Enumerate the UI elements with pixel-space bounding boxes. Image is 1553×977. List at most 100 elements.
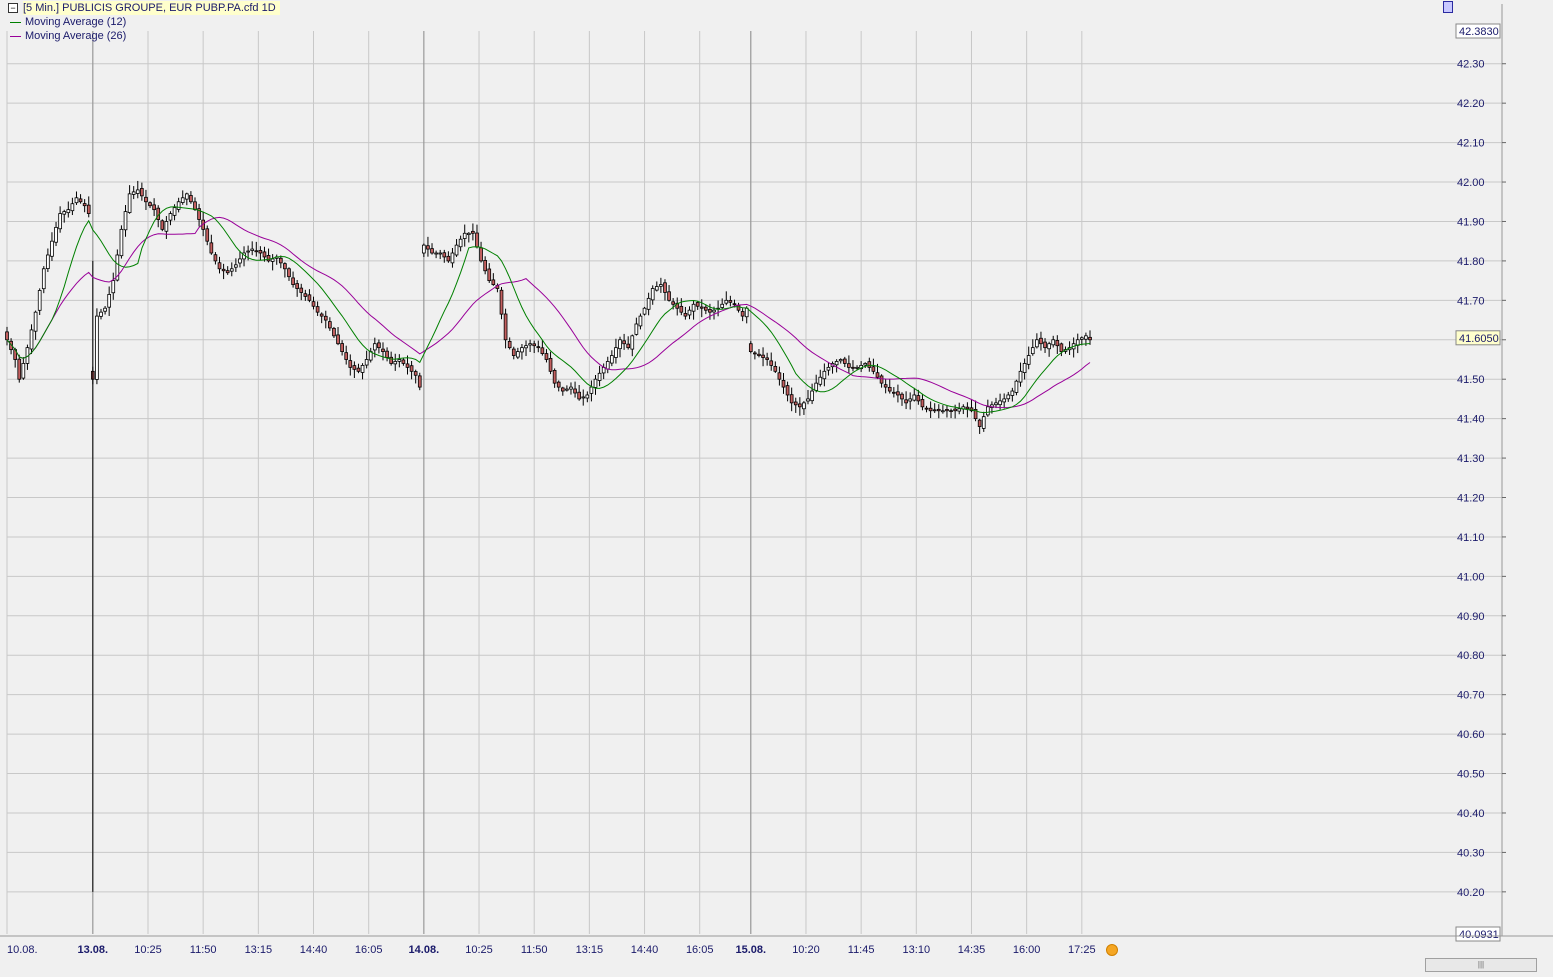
candle-body: [258, 250, 263, 254]
y-tick-label: 41.10: [1457, 532, 1485, 544]
x-tick-label: 10.08.: [7, 944, 38, 956]
y-tick-label: 40.70: [1457, 690, 1485, 702]
candle-body: [1035, 339, 1039, 348]
candle-body: [213, 254, 218, 262]
candle-body: [985, 406, 990, 416]
legend-item-ma12[interactable]: Moving Average (12): [8, 15, 280, 29]
candle-body: [732, 303, 737, 306]
candle-body: [1018, 370, 1023, 383]
candle-body: [548, 357, 553, 372]
candle-body: [724, 299, 729, 304]
candle-body: [172, 207, 177, 216]
candle-body: [585, 394, 590, 399]
candle-body: [810, 390, 814, 402]
candle-body: [560, 387, 565, 392]
candle-body: [340, 343, 344, 352]
candle-body: [753, 352, 757, 355]
candle-body: [744, 307, 749, 318]
price-chart[interactable]: 42.30 42.20 42.10 42.00 41.90 41.80 41.70 41.60…: [0, 0, 1553, 977]
candle-body: [912, 394, 917, 401]
candle-body: [814, 382, 819, 391]
candle-body: [932, 409, 937, 412]
candle-body: [887, 386, 892, 392]
candle-body: [140, 188, 144, 197]
y-max-label: 42.3830: [1459, 26, 1499, 38]
candle-body: [58, 213, 62, 230]
x-tick-label: 14:35: [958, 944, 986, 956]
live-marker-icon: [1106, 944, 1118, 956]
moving-average-12-line: [6, 206, 1091, 414]
candle-body: [618, 339, 622, 350]
candle-body: [699, 306, 704, 309]
candle-body: [315, 306, 320, 313]
candle-body: [328, 321, 332, 329]
candle-body: [348, 360, 353, 368]
candle-body: [66, 209, 71, 214]
candle-body: [622, 340, 626, 345]
candle-body: [250, 248, 255, 251]
candle-body: [879, 375, 884, 384]
candle-body: [270, 258, 275, 262]
candle-body: [565, 388, 569, 391]
candle-body: [397, 359, 402, 362]
candle-body: [5, 331, 9, 341]
candlestick-series: [5, 180, 1092, 892]
candle-body: [446, 255, 451, 262]
candle-body: [785, 385, 790, 396]
horizontal-scrollbar[interactable]: |||: [1425, 958, 1537, 972]
x-tick-label: 13.08.: [78, 944, 109, 956]
candle-body: [875, 372, 880, 378]
candle-body: [871, 366, 876, 372]
candle-body: [793, 401, 798, 406]
collapse-icon[interactable]: −: [8, 3, 18, 13]
candle-body: [385, 350, 389, 358]
candle-body: [152, 204, 156, 211]
candle-body: [254, 250, 259, 253]
candle-body: [17, 358, 22, 380]
candle-body: [189, 195, 193, 203]
candle-body: [442, 252, 447, 258]
candle-body: [1014, 380, 1019, 393]
candle-body: [511, 348, 516, 356]
candle-body: [209, 242, 214, 254]
candle-body: [638, 315, 643, 327]
legend-item-ma26[interactable]: Moving Average (26): [8, 29, 280, 43]
candle-body: [1055, 340, 1060, 347]
y-tick-label: 40.20: [1457, 887, 1485, 899]
x-tick-label: 13:10: [903, 944, 931, 956]
candle-body: [892, 391, 896, 394]
candle-body: [1026, 355, 1031, 365]
candle-body: [659, 284, 663, 287]
candle-body: [936, 408, 941, 412]
candle-body: [896, 391, 900, 396]
candle-body: [941, 410, 945, 413]
candle-body: [712, 309, 716, 313]
candle-body: [311, 301, 316, 307]
day-separators: [92, 31, 752, 934]
candle-body: [679, 305, 684, 313]
ma26-swatch-icon: [10, 35, 21, 37]
candle-body: [123, 211, 128, 231]
candle-body: [491, 279, 496, 285]
chart-settings-icon[interactable]: [1443, 1, 1453, 13]
y-tick-label: 42.00: [1457, 177, 1485, 189]
y-tick-label: 42.10: [1457, 138, 1485, 150]
candle-body: [33, 311, 38, 332]
candle-body: [475, 232, 479, 248]
candle-body: [654, 286, 659, 291]
candle-body: [144, 196, 148, 203]
candle-body: [21, 363, 26, 379]
candle-body: [164, 221, 169, 232]
last-price-label: 41.6050: [1459, 333, 1499, 345]
candle-body: [107, 294, 112, 308]
y-tick-label: 42.20: [1457, 98, 1485, 110]
candle-body: [965, 406, 970, 410]
candle-body: [532, 343, 537, 347]
candle-body: [1051, 339, 1056, 346]
candle-body: [266, 255, 271, 262]
candle-body: [646, 297, 651, 310]
candle-body: [471, 230, 475, 234]
candle-body: [1088, 336, 1092, 341]
candle-body: [863, 363, 868, 366]
candle-body: [422, 244, 426, 254]
